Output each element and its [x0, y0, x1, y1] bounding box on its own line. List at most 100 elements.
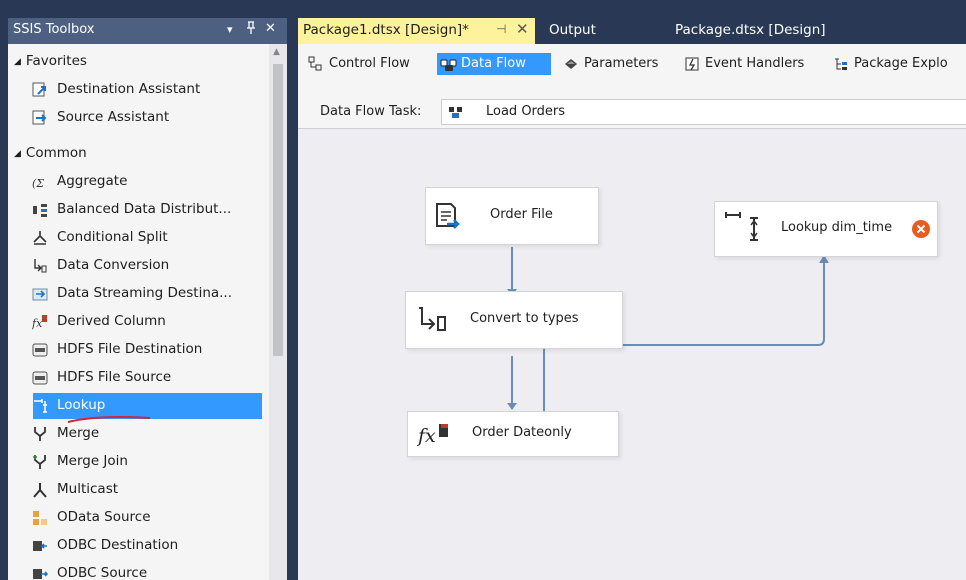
lookup-icon: [33, 398, 49, 414]
source-assistant-icon: [32, 110, 48, 126]
toolbox-item-odata-source[interactable]: OData Source: [28, 505, 262, 531]
toolbox-item-label: Data Conversion: [57, 257, 170, 273]
tab-label: Control Flow: [329, 56, 410, 71]
toolbox-item-multicast[interactable]: Multicast: [28, 477, 262, 503]
tab-label: Parameters: [584, 56, 659, 71]
toolbox-item-aggregate[interactable]: (Σ Aggregate: [28, 169, 262, 195]
toolbox-item-label: ODBC Destination: [57, 537, 179, 553]
toolbox-item-merge-join[interactable]: Merge Join: [28, 449, 262, 475]
merge-join-icon: [32, 454, 48, 470]
tab-package1-design[interactable]: Package1.dtsx [Design]* ⊣ ✕: [298, 18, 535, 44]
toolbox-item-label: Balanced Data Distribut...: [57, 201, 232, 217]
toolbox-item-label: Conditional Split: [57, 229, 168, 245]
tab-package-design[interactable]: Package.dtsx [Design]: [670, 18, 870, 44]
dropdown-icon[interactable]: ▾: [227, 23, 233, 36]
svg-text:(Σ: (Σ: [32, 177, 44, 190]
error-icon[interactable]: [911, 219, 931, 243]
toolbox-item-label: Destination Assistant: [57, 81, 201, 97]
derived-column-icon: fx: [31, 314, 48, 330]
component-order-file[interactable]: Order File: [425, 187, 599, 245]
toolbox-item-label: Aggregate: [57, 173, 128, 189]
toolbox-item-balanced-data-distributor[interactable]: Balanced Data Distribut...: [28, 197, 262, 223]
tab-package-explorer[interactable]: Package Explo: [830, 53, 966, 75]
toolbox-item-hdfs-file-source[interactable]: HDFS File Source: [28, 365, 262, 391]
tab-control-flow[interactable]: Control Flow: [305, 53, 433, 75]
tab-label: Event Handlers: [705, 56, 805, 71]
group-label: Favorites: [25, 53, 87, 69]
toolbox-item-destination-assistant[interactable]: Destination Assistant: [28, 77, 262, 103]
toolbox-item-label: Merge Join: [57, 453, 128, 469]
conditional-split-icon: [32, 230, 48, 246]
data-flow-icon: [440, 56, 457, 72]
toolbox-item-data-conversion[interactable]: Data Conversion: [28, 253, 262, 279]
data-flow-canvas[interactable]: Order File Convert to types fx Order Dat…: [298, 129, 966, 580]
toolbox-item-hdfs-file-destination[interactable]: HDFS File Destination: [28, 337, 262, 363]
toolbox-item-odbc-source[interactable]: ODBC Source: [28, 561, 262, 580]
close-icon[interactable]: ✕: [265, 21, 276, 36]
control-flow-icon: [308, 56, 324, 72]
package-designer: Control Flow Data Flow Parameters Event …: [298, 44, 966, 580]
toolbox-title: SSIS Toolbox: [13, 22, 95, 37]
toolbox-item-conditional-split[interactable]: Conditional Split: [28, 225, 262, 251]
toolbox-item-derived-column[interactable]: fx Derived Column: [28, 309, 262, 335]
pin-icon[interactable]: ⊣: [496, 22, 506, 36]
tab-parameters[interactable]: Parameters: [560, 53, 672, 75]
odata-source-icon: [32, 510, 48, 526]
tab-event-handlers[interactable]: Event Handlers: [681, 53, 819, 75]
tab-data-flow[interactable]: Data Flow: [437, 53, 551, 75]
toolbox-item-label: Derived Column: [57, 313, 166, 329]
tab-output[interactable]: Output: [544, 18, 644, 44]
component-label: Lookup dim_time: [781, 220, 893, 235]
lookup-icon: [724, 210, 764, 250]
data-flow-task-select[interactable]: Load Orders: [441, 99, 966, 125]
collapse-triangle-icon[interactable]: ◢: [14, 57, 21, 67]
group-common[interactable]: ◢ Common: [14, 145, 87, 161]
component-label: Order Dateonly: [472, 425, 572, 440]
toolbox-item-label: HDFS File Source: [57, 369, 172, 385]
toolbox-item-label: Merge: [57, 425, 100, 441]
data-flow-task-value: Load Orders: [486, 104, 566, 119]
aggregate-icon: (Σ: [32, 174, 48, 190]
scroll-up-icon[interactable]: ▲: [273, 47, 280, 57]
toolbox-item-source-assistant[interactable]: Source Assistant: [28, 105, 262, 131]
toolbox-item-label: ODBC Source: [57, 565, 148, 580]
balanced-data-distributor-icon: [32, 202, 48, 218]
toolbox-item-lookup[interactable]: Lookup: [33, 393, 262, 419]
merge-icon: [32, 426, 48, 442]
package-explorer-icon: [833, 56, 849, 72]
component-order-dateonly[interactable]: fx Order Dateonly: [407, 411, 619, 457]
destination-assistant-icon: [32, 82, 48, 98]
toolbox-header: SSIS Toolbox ▾ ✕: [8, 18, 287, 44]
data-flow-task-label: Data Flow Task:: [320, 104, 422, 119]
ssis-toolbox-panel: SSIS Toolbox ▾ ✕ ◢ Favorites Destination …: [8, 18, 287, 580]
component-convert-to-types[interactable]: Convert to types: [405, 291, 623, 349]
group-favorites[interactable]: ◢ Favorites: [14, 53, 87, 69]
toolbox-item-label: OData Source: [57, 509, 151, 525]
odbc-destination-icon: [32, 538, 48, 554]
data-flow-task-bar: Data Flow Task: Load Orders: [298, 94, 966, 129]
close-icon[interactable]: ✕: [516, 20, 529, 38]
toolbox-scrollbar[interactable]: ▲: [269, 44, 287, 580]
tab-label: Data Flow: [461, 56, 526, 71]
toolbox-item-label: Source Assistant: [57, 109, 170, 125]
toolbox-item-data-streaming-destination[interactable]: Data Streaming Destina...: [28, 281, 262, 307]
tab-label: Package1.dtsx [Design]*: [303, 22, 469, 38]
svg-text:fx: fx: [32, 317, 43, 330]
collapse-triangle-icon[interactable]: ◢: [14, 149, 21, 159]
multicast-icon: [32, 482, 48, 498]
toolbox-item-label: Lookup: [57, 397, 106, 413]
path-connectors: [507, 247, 829, 411]
pin-icon[interactable]: [246, 21, 256, 39]
data-conversion-icon: [32, 258, 48, 274]
toolbox-item-odbc-destination[interactable]: ODBC Destination: [28, 533, 262, 559]
component-label: Convert to types: [470, 311, 579, 326]
tab-label: Output: [549, 22, 596, 38]
toolbox-item-label: Multicast: [57, 481, 119, 497]
toolbox-item-merge[interactable]: Merge: [28, 421, 262, 447]
designer-tab-bar: Control Flow Data Flow Parameters Event …: [298, 44, 966, 94]
component-lookup-dim-time[interactable]: Lookup dim_time: [714, 201, 938, 257]
hdfs-file-destination-icon: [32, 342, 48, 358]
parameters-icon: [563, 56, 579, 72]
scrollbar-thumb[interactable]: [273, 64, 283, 356]
component-label: Order File: [490, 207, 553, 222]
